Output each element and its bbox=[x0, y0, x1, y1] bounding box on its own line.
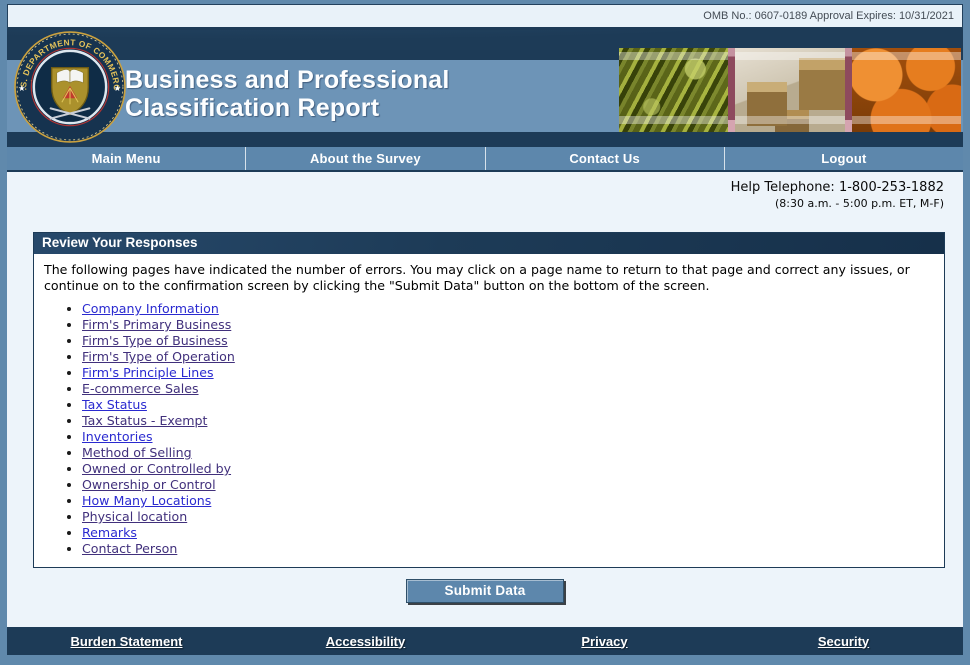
page-link-firm-s-type-of-business[interactable]: Firm's Type of Business bbox=[82, 333, 228, 348]
help-telephone: Help Telephone: 1-800-253-1882 (8:30 a.m… bbox=[26, 180, 944, 210]
review-responses-panel: Review Your Responses The following page… bbox=[33, 232, 945, 568]
header-photo-strip bbox=[619, 48, 961, 132]
list-item: E-commerce Sales bbox=[82, 381, 934, 397]
panel-description: The following pages have indicated the n… bbox=[44, 262, 934, 294]
list-item: Firm's Primary Business bbox=[82, 317, 934, 333]
page-frame: OMB No.: 0607-0189 Approval Expires: 10/… bbox=[0, 0, 970, 665]
list-item: Contact Person bbox=[82, 541, 934, 557]
list-item: Firm's Principle Lines bbox=[82, 365, 934, 381]
list-item: Inventories bbox=[82, 429, 934, 445]
list-item: Owned or Controlled by bbox=[82, 461, 934, 477]
page-link-firm-s-primary-business[interactable]: Firm's Primary Business bbox=[82, 317, 231, 332]
list-item: Tax Status bbox=[82, 397, 934, 413]
page-link-owned-or-controlled-by[interactable]: Owned or Controlled by bbox=[82, 461, 231, 476]
seal-left-star: ★ bbox=[18, 83, 25, 93]
footer-link-accessibility[interactable]: Accessibility bbox=[246, 634, 485, 649]
response-page-link-list: Company InformationFirm's Primary Busine… bbox=[82, 301, 934, 557]
submit-row: Submit Data bbox=[26, 579, 944, 603]
app-title-line2: Classification Report bbox=[125, 94, 450, 122]
nav-item-about-the-survey[interactable]: About the Survey bbox=[246, 147, 485, 170]
help-telephone-hours: (8:30 a.m. - 5:00 p.m. ET, M-F) bbox=[26, 197, 944, 210]
list-item: Firm's Type of Business bbox=[82, 333, 934, 349]
nav-item-contact-us[interactable]: Contact Us bbox=[486, 147, 725, 170]
photo-separator bbox=[728, 48, 735, 132]
footer-link-security[interactable]: Security bbox=[724, 634, 963, 649]
list-item: Remarks bbox=[82, 525, 934, 541]
list-item: Method of Selling bbox=[82, 445, 934, 461]
seal-right-star: ★ bbox=[114, 83, 121, 93]
list-item: Physical location bbox=[82, 509, 934, 525]
page-link-contact-person[interactable]: Contact Person bbox=[82, 541, 177, 556]
page-link-firm-s-principle-lines[interactable]: Firm's Principle Lines bbox=[82, 365, 214, 380]
page-link-firm-s-type-of-operation[interactable]: Firm's Type of Operation bbox=[82, 349, 235, 364]
page-link-remarks[interactable]: Remarks bbox=[82, 525, 137, 540]
list-item: Ownership or Control bbox=[82, 477, 934, 493]
boxes-photo bbox=[735, 48, 844, 132]
nav-item-main-menu[interactable]: Main Menu bbox=[7, 147, 246, 170]
omb-bar: OMB No.: 0607-0189 Approval Expires: 10/… bbox=[7, 4, 963, 30]
app-title-line1: Business and Professional bbox=[125, 66, 450, 94]
nav-item-logout[interactable]: Logout bbox=[725, 147, 963, 170]
list-item: Firm's Type of Operation bbox=[82, 349, 934, 365]
footer-bar: Burden StatementAccessibilityPrivacySecu… bbox=[7, 627, 963, 655]
page-link-tax-status-exempt[interactable]: Tax Status - Exempt bbox=[82, 413, 207, 428]
list-item: How Many Locations bbox=[82, 493, 934, 509]
content-area: Help Telephone: 1-800-253-1882 (8:30 a.m… bbox=[7, 172, 963, 627]
help-telephone-number: Help Telephone: 1-800-253-1882 bbox=[26, 180, 944, 195]
main-navbar: Main MenuAbout the SurveyContact UsLogou… bbox=[7, 145, 963, 172]
omb-approval-text: OMB No.: 0607-0189 Approval Expires: 10/… bbox=[703, 10, 954, 22]
page-link-physical-location[interactable]: Physical location bbox=[82, 509, 187, 524]
oranges-photo bbox=[852, 48, 961, 132]
panel-title: Review Your Responses bbox=[34, 233, 944, 254]
page-link-how-many-locations[interactable]: How Many Locations bbox=[82, 493, 211, 508]
footer-link-privacy[interactable]: Privacy bbox=[485, 634, 724, 649]
panel-body: The following pages have indicated the n… bbox=[34, 254, 944, 567]
photo-separator bbox=[845, 48, 852, 132]
list-item: Tax Status - Exempt bbox=[82, 413, 934, 429]
page-link-company-information[interactable]: Company Information bbox=[82, 301, 219, 316]
list-item: Company Information bbox=[82, 301, 934, 317]
page-link-ownership-or-control[interactable]: Ownership or Control bbox=[82, 477, 216, 492]
app-title: Business and Professional Classification… bbox=[125, 66, 450, 122]
page-link-tax-status[interactable]: Tax Status bbox=[82, 397, 147, 412]
header-banner: Business and Professional Classification… bbox=[7, 30, 963, 145]
page-link-inventories[interactable]: Inventories bbox=[82, 429, 153, 444]
screws-photo bbox=[619, 48, 728, 132]
census-bureau-seal-logo: U.S. DEPARTMENT OF COMMERCE BUREAU OF TH… bbox=[14, 31, 126, 143]
footer-link-burden-statement[interactable]: Burden Statement bbox=[7, 634, 246, 649]
page-link-method-of-selling[interactable]: Method of Selling bbox=[82, 445, 192, 460]
submit-data-button[interactable]: Submit Data bbox=[406, 579, 565, 603]
page-link-e-commerce-sales[interactable]: E-commerce Sales bbox=[82, 381, 199, 396]
